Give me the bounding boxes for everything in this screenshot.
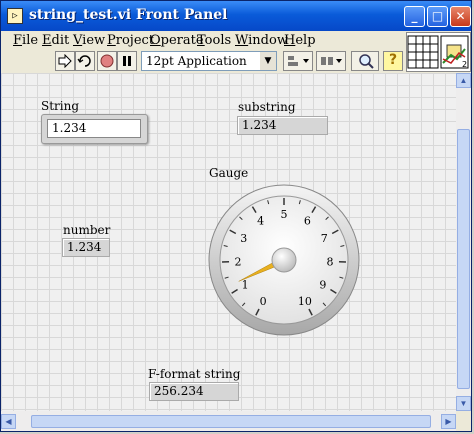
string-control[interactable]: 1.234 xyxy=(41,114,148,144)
front-panel-window: ▷ string_test.vi Front Panel _ □ ✕ File … xyxy=(0,0,472,432)
abort-button[interactable] xyxy=(97,51,117,71)
scroll-right-arrow[interactable]: ▶ xyxy=(441,414,456,429)
toolbar: 12pt Application Font ▼ ? xyxy=(1,49,406,86)
connector-pane-icon: 2 xyxy=(407,35,469,69)
vertical-scroll-thumb[interactable] xyxy=(457,129,470,389)
search-icon xyxy=(359,54,374,69)
terminal-count: 2 xyxy=(462,60,467,69)
run-button[interactable] xyxy=(55,51,75,71)
gauge-tick-label: 2 xyxy=(235,255,242,268)
string-input[interactable]: 1.234 xyxy=(47,119,141,138)
gauge-tick-label: 8 xyxy=(326,255,333,268)
abort-icon xyxy=(100,54,114,68)
chevron-down-icon: ▼ xyxy=(260,52,276,70)
distribute-objects-button[interactable] xyxy=(316,51,346,71)
distribute-objects-icon xyxy=(321,57,342,65)
window-title: string_test.vi Front Panel xyxy=(29,7,228,23)
align-objects-button[interactable] xyxy=(283,51,313,71)
substring-indicator: 1.234 xyxy=(237,116,328,135)
menu-file[interactable]: File xyxy=(13,33,38,48)
fformat-label: F-format string xyxy=(148,367,241,381)
pause-icon xyxy=(123,56,131,66)
minimize-button[interactable]: _ xyxy=(404,6,425,27)
run-continuously-button[interactable] xyxy=(75,51,95,71)
gauge-tick-label: 5 xyxy=(281,208,288,221)
menu-help[interactable]: Help xyxy=(284,33,316,48)
reorder-button[interactable] xyxy=(351,51,379,71)
gauge-tick-label: 3 xyxy=(240,232,247,245)
menu-project[interactable]: Project xyxy=(107,33,154,48)
horizontal-scroll-thumb[interactable] xyxy=(31,415,431,428)
vi-icon[interactable]: ▷ xyxy=(7,8,23,24)
context-help-button[interactable]: ? xyxy=(383,51,403,71)
gauge-tick-label: 6 xyxy=(304,214,311,227)
gauge-tick-label: 7 xyxy=(321,232,328,245)
scroll-left-arrow[interactable]: ◀ xyxy=(1,414,16,429)
menu-bar: File Edit View Project Operate Tools Win… xyxy=(1,31,406,49)
string-label: String xyxy=(41,99,80,113)
gauge-tick-label: 1 xyxy=(242,279,249,292)
run-arrow-icon xyxy=(58,53,72,69)
font-select[interactable]: 12pt Application Font ▼ xyxy=(141,51,277,86)
scroll-up-arrow[interactable]: ▲ xyxy=(456,73,471,88)
gauge[interactable]: 012 34 5 67 89 10 xyxy=(204,180,364,340)
maximize-button[interactable]: □ xyxy=(427,6,448,27)
gauge-label: Gauge xyxy=(209,166,249,180)
fformat-indicator: 256.234 xyxy=(149,382,239,401)
vertical-scrollbar[interactable]: ▲ ▼ xyxy=(456,73,471,411)
menu-view[interactable]: View xyxy=(73,33,105,48)
gauge-hub xyxy=(271,247,297,273)
horizontal-scrollbar[interactable]: ◀ ▶ xyxy=(1,411,456,431)
title-bar[interactable]: ▷ string_test.vi Front Panel _ □ ✕ xyxy=(1,1,471,31)
number-indicator: 1.234 xyxy=(62,238,110,257)
connector-pane[interactable]: 2 xyxy=(406,32,471,72)
pause-button[interactable] xyxy=(117,51,137,71)
gauge-tick-label: 4 xyxy=(257,214,264,227)
menu-window[interactable]: Window xyxy=(235,33,288,48)
menu-edit[interactable]: Edit xyxy=(42,33,69,48)
help-icon: ? xyxy=(388,52,398,68)
menu-operate[interactable]: Operate xyxy=(150,33,204,48)
gauge-tick-label: 10 xyxy=(298,295,312,308)
run-continuously-icon xyxy=(77,55,91,67)
gauge-tick-label: 9 xyxy=(319,279,326,292)
scroll-down-arrow[interactable]: ▼ xyxy=(456,396,471,411)
menu-tools[interactable]: Tools xyxy=(197,33,231,48)
gauge-tick-label: 0 xyxy=(260,295,267,308)
align-objects-icon xyxy=(288,56,309,66)
close-button[interactable]: ✕ xyxy=(450,6,471,27)
number-label: number xyxy=(63,223,111,237)
front-panel[interactable]: String 1.234 substring 1.234 Gauge numbe… xyxy=(1,73,456,411)
substring-label: substring xyxy=(238,100,296,114)
